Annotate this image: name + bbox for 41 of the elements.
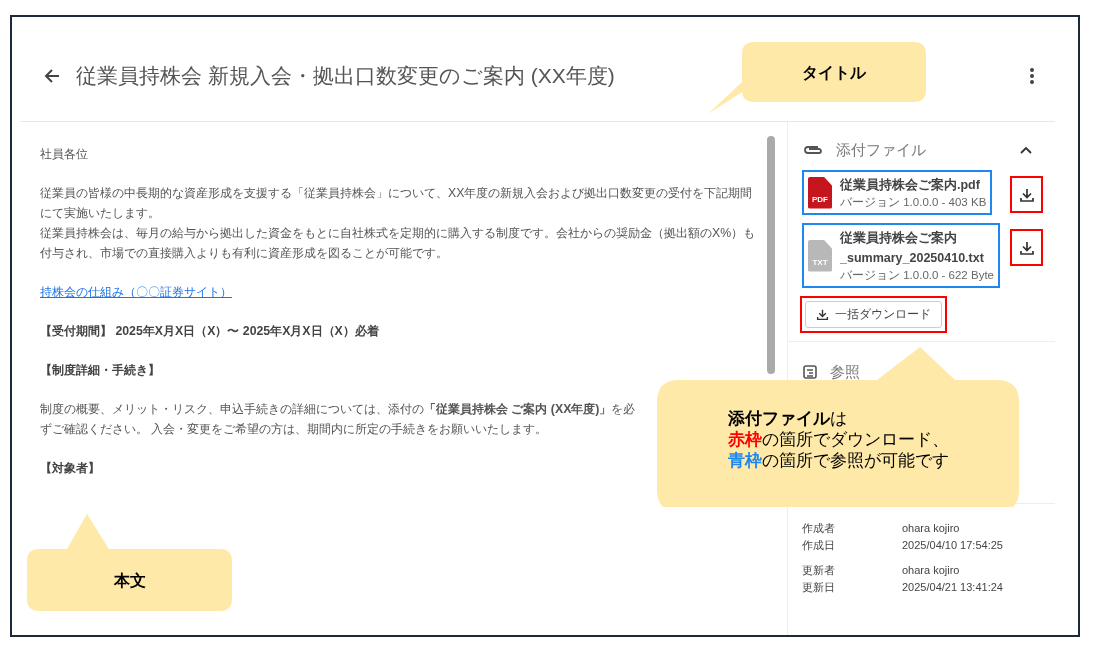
reference-icon bbox=[802, 364, 818, 380]
section-title: 参照 bbox=[830, 362, 860, 382]
page-title: 従業員持株会 新規入会・拠出口数変更のご案内 (XX年度) bbox=[76, 63, 615, 89]
body-paragraph: 従業員持株会は、毎月の給与から拠出した資金をもとに自社株式を定期的に購入する制度です。会社からの奨励金（拠出額のX%）も付与され、市場での直接購入よりも有利に資産形成を図ることが可能です。 bbox=[40, 225, 757, 262]
callout-text: 本文 bbox=[113, 570, 146, 591]
callout-text: 添付ファイルは 赤枠の箇所でダウンロード、 青枠の箇所で参照が可能です bbox=[727, 408, 949, 471]
info-value: 2025/04/21 13:41:24 bbox=[902, 580, 1004, 595]
section-heading: 【対象者】 bbox=[40, 461, 100, 475]
period-text: 【受付期間】 2025年X月X日（X）〜 2025年X月X日（X）必着 bbox=[40, 323, 380, 340]
file-meta: バージョン 1.0.0.0 - 403 KB bbox=[840, 195, 987, 210]
more-options-icon[interactable] bbox=[1029, 66, 1035, 86]
file-type-icon: TXT bbox=[808, 239, 832, 272]
file-name: 従業員持株会ご案内.pdf bbox=[840, 176, 981, 194]
scrollbar-thumb[interactable] bbox=[767, 136, 775, 374]
file-entry[interactable]: TXT 従業員持株会ご案内 _summary_20250410.txt バージョン 1.0.0.0 - 622 Byte bbox=[802, 223, 1000, 288]
download-icon bbox=[816, 308, 829, 321]
info-label: 作成日 bbox=[802, 538, 836, 553]
download-icon bbox=[1018, 186, 1035, 203]
file-entry[interactable]: PDF 従業員持株会ご案内.pdf バージョン 1.0.0.0 - 403 KB bbox=[802, 170, 993, 215]
bulk-download-button[interactable]: 一括ダウンロード bbox=[805, 301, 942, 328]
download-button[interactable] bbox=[1010, 176, 1043, 213]
body-paragraph: 制度の概要、メリット・リスク、申込手続きの詳細については、添付の「従業員持株会 ご案内 (XX年度)」を必ずご確認ください。 入会・変更をご希望の方は、期間内に所定の手続きをお願いいたします。 bbox=[40, 401, 637, 438]
info-label: 更新者 bbox=[802, 563, 836, 578]
info-value: ohara kojiro bbox=[902, 521, 961, 536]
collapse-chevron-icon[interactable] bbox=[1019, 145, 1033, 155]
file-name: 従業員持株会ご案内 _summary_20250410.txt bbox=[840, 229, 985, 267]
info-label: 作成者 bbox=[802, 521, 836, 536]
info-value: 2025/04/10 17:54:25 bbox=[902, 538, 1004, 553]
file-type-icon: PDF bbox=[808, 176, 832, 209]
download-button[interactable] bbox=[1010, 229, 1043, 266]
callout-text: タイトル bbox=[802, 62, 866, 83]
section-title: 添付ファイル bbox=[836, 140, 926, 160]
file-meta: バージョン 1.0.0.0 - 622 Byte bbox=[840, 268, 994, 283]
info-value: ohara kojiro bbox=[902, 563, 961, 578]
info-label: 更新日 bbox=[802, 580, 836, 595]
download-icon bbox=[1018, 239, 1035, 256]
section-heading: 【制度詳細・手続き】 bbox=[40, 362, 161, 379]
paperclip-icon bbox=[802, 144, 824, 156]
body-paragraph: 従業員の皆様の中長期的な資産形成を支援する「従業員持株会」について、XX年度の新規入会および拠出口数変更の受付を下記期間にて実施いたします。 bbox=[40, 185, 754, 222]
info-link[interactable]: 持株会の仕組み（〇〇証券サイト） bbox=[40, 285, 232, 299]
salutation-text: 社員各位 bbox=[40, 146, 89, 163]
